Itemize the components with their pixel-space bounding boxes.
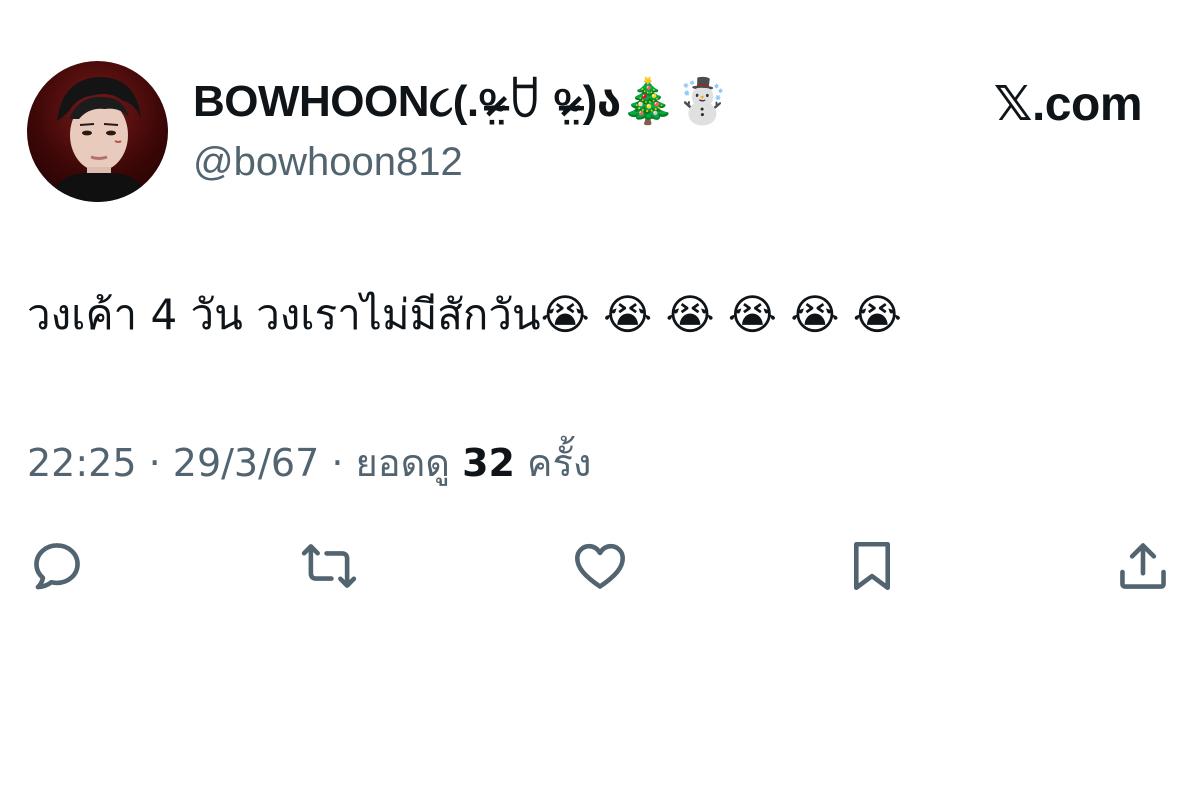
share-icon — [1120, 543, 1166, 589]
x-logo-icon: 𝕏 — [993, 76, 1033, 132]
avatar[interactable] — [27, 61, 168, 202]
avatar-image — [47, 77, 151, 202]
reply-icon — [34, 543, 80, 590]
bookmark-button[interactable] — [842, 536, 902, 596]
views-unit: ครั้ง — [527, 441, 592, 485]
views-label: ยอดดู — [355, 441, 450, 485]
retweet-button[interactable] — [299, 536, 359, 596]
share-button[interactable] — [1113, 536, 1173, 596]
tweet-date[interactable]: 29/3/67 — [173, 441, 320, 485]
tweet-meta: 22:25 · 29/3/67 · ยอดดู 32 ครั้ง — [27, 438, 591, 488]
site-domain: .com — [1031, 78, 1143, 131]
tweet-time[interactable]: 22:25 — [27, 441, 137, 485]
action-bar — [0, 536, 1200, 596]
tweet-text: วงเค้า 4 วัน วงเราไม่มีสักวัน😭 😭 😭 😭 😭 😭 — [27, 290, 902, 339]
bookmark-icon — [853, 541, 891, 591]
meta-separator: · — [136, 441, 173, 485]
display-name[interactable]: BOWHOON૮(.ᵒ̴̶̷̤ ꇴ ᵒ̴̶̷̤ )ა🎄☃️ — [193, 76, 730, 128]
like-button[interactable] — [570, 536, 630, 596]
meta-separator: · — [319, 441, 356, 485]
x-com-logo: 𝕏.com — [993, 76, 1143, 133]
like-icon — [574, 543, 626, 589]
views-count: 32 — [462, 441, 515, 485]
tweet-card: BOWHOON૮(.ᵒ̴̶̷̤ ꇴ ᵒ̴̶̷̤ )ა🎄☃️ @bowhoon81… — [0, 0, 1200, 791]
retweet-icon — [301, 544, 357, 588]
user-handle[interactable]: @bowhoon812 — [193, 138, 463, 186]
reply-button[interactable] — [27, 536, 87, 596]
